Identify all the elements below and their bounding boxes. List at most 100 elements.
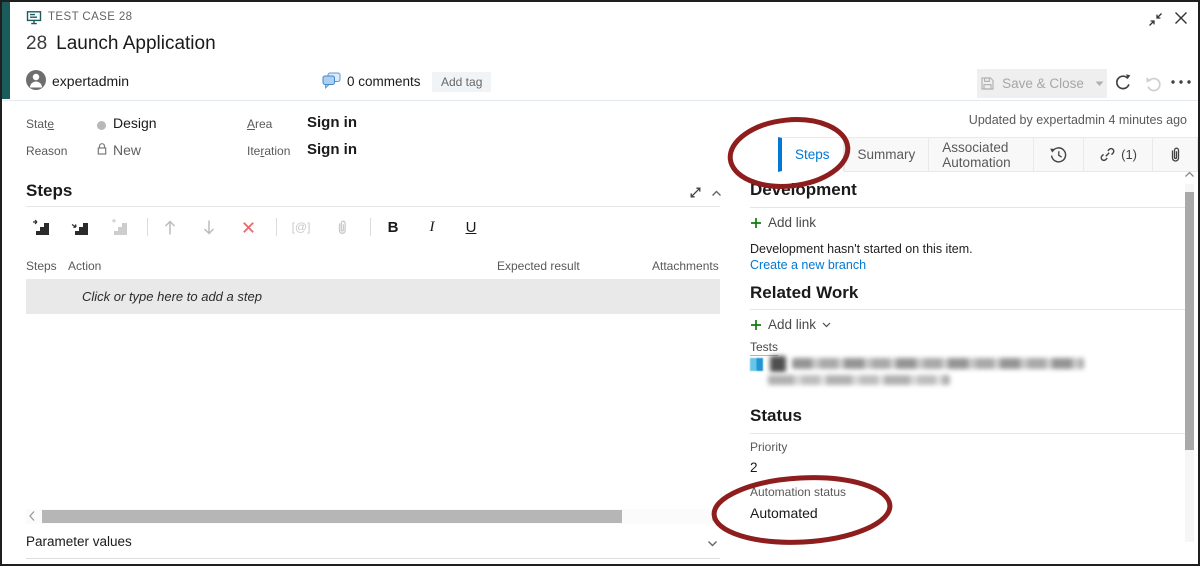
tab-history[interactable] — [1034, 137, 1084, 172]
scroll-right-icon[interactable] — [709, 510, 719, 522]
development-title: Development — [750, 180, 857, 200]
right-panel-tabs: Steps Summary Associated Automation — [778, 137, 1198, 172]
steps-header-divider — [26, 206, 720, 207]
toolbar-separator — [276, 218, 277, 236]
toolbar-separator — [370, 218, 371, 236]
related-work-add-link[interactable]: Add link — [750, 317, 831, 332]
area-value[interactable]: Sign in — [307, 114, 357, 131]
state-label: State — [26, 117, 54, 131]
work-item-type-label: TEST CASE 28 — [48, 11, 132, 23]
work-item-dialog: TEST CASE 28 28 Launch Application expert… — [0, 0, 1200, 566]
avatar[interactable] — [26, 70, 46, 90]
add-step-icon[interactable] — [28, 218, 54, 236]
development-add-link[interactable]: Add link — [750, 215, 816, 230]
state-dot-icon — [97, 121, 106, 130]
steps-panel-title: Steps — [26, 181, 72, 201]
redacted-avatar — [770, 356, 786, 372]
priority-value[interactable]: 2 — [750, 460, 758, 475]
scroll-up-icon[interactable] — [1184, 171, 1195, 178]
reason-label: Reason — [26, 144, 67, 158]
test-case-icon — [26, 10, 42, 26]
plus-icon — [750, 319, 762, 331]
related-work-title: Related Work — [750, 283, 858, 303]
steps-toolbar: [@] B I U — [28, 214, 497, 240]
redacted-title-text — [792, 358, 1084, 369]
bold-icon[interactable]: B — [380, 219, 406, 236]
development-divider — [750, 207, 1187, 208]
more-options-icon[interactable] — [1170, 79, 1192, 85]
add-step-placeholder-row[interactable]: Click or type here to add a step — [26, 279, 720, 314]
related-work-divider — [750, 309, 1187, 310]
attach-to-step-icon — [329, 219, 355, 236]
linked-test-row[interactable] — [750, 355, 1110, 391]
comments-icon — [322, 72, 341, 89]
tab-links[interactable]: (1) — [1084, 137, 1153, 172]
work-item-type-color-bar — [2, 2, 10, 99]
refresh-icon[interactable] — [1112, 72, 1134, 94]
chevron-down-icon[interactable] — [1095, 81, 1104, 87]
related-work-add-link-label: Add link — [768, 317, 816, 332]
updated-info: Updated by expertadmin 4 minutes ago — [852, 113, 1187, 127]
priority-label: Priority — [750, 440, 787, 454]
save-close-button[interactable]: Save & Close — [977, 69, 1107, 98]
column-header-expected-result: Expected result — [497, 259, 580, 273]
work-item-title[interactable]: Launch Application — [56, 33, 216, 54]
development-empty-text: Development hasn't started on this item. — [750, 242, 973, 256]
plus-icon — [750, 217, 762, 229]
italic-icon[interactable]: I — [419, 219, 445, 236]
state-value[interactable]: Design — [113, 115, 157, 131]
history-icon — [1049, 146, 1068, 164]
page-title: 28 Launch Application — [26, 33, 216, 55]
status-divider — [750, 433, 1187, 434]
insert-step-icon[interactable] — [67, 218, 93, 236]
assignee-name[interactable]: expertadmin — [52, 73, 129, 89]
development-add-link-label: Add link — [768, 215, 816, 230]
restore-window-icon[interactable] — [1146, 10, 1164, 28]
work-item-id: 28 — [26, 33, 47, 54]
reason-value: New — [113, 142, 141, 158]
tab-associated-automation[interactable]: Associated Automation — [929, 137, 1034, 172]
toolbar-separator — [147, 218, 148, 236]
scroll-left-icon[interactable] — [27, 510, 37, 522]
expand-panel-icon[interactable] — [688, 185, 703, 200]
tab-summary[interactable]: Summary — [844, 137, 930, 172]
automation-status-value[interactable]: Automated — [750, 505, 818, 521]
tab-steps[interactable]: Steps — [778, 137, 844, 172]
vertical-scrollbar[interactable] — [1185, 184, 1194, 542]
area-label: Area — [247, 117, 272, 131]
move-step-up-icon — [157, 219, 183, 236]
redacted-meta-text — [768, 375, 950, 385]
automation-status-label: Automation status — [750, 485, 846, 499]
create-branch-link[interactable]: Create a new branch — [750, 258, 866, 272]
parameter-values-label[interactable]: Parameter values — [26, 534, 132, 549]
tab-attachments[interactable] — [1153, 137, 1198, 172]
column-header-action: Action — [68, 259, 101, 273]
vertical-scrollbar-thumb[interactable] — [1185, 192, 1194, 450]
underline-icon[interactable]: U — [458, 219, 484, 236]
column-header-attachments: Attachments — [652, 259, 719, 273]
link-icon — [1099, 146, 1116, 163]
iteration-label: Iteration — [247, 144, 290, 158]
parameter-values-chevron-down-icon[interactable] — [707, 540, 718, 547]
chevron-down-icon — [822, 322, 831, 328]
comments-count[interactable]: 0 comments — [347, 74, 421, 89]
tests-group-label: Tests — [750, 340, 778, 356]
undo-icon — [1143, 72, 1165, 94]
add-step-placeholder-text: Click or type here to add a step — [82, 289, 262, 304]
paperclip-icon — [1168, 146, 1182, 164]
save-close-label: Save & Close — [1002, 76, 1084, 91]
add-tag-button[interactable]: Add tag — [432, 72, 491, 92]
delete-step-icon[interactable] — [235, 221, 261, 234]
horizontal-scrollbar-thumb[interactable] — [42, 510, 622, 523]
horizontal-scrollbar[interactable] — [26, 509, 720, 524]
iteration-value[interactable]: Sign in — [307, 141, 357, 158]
lock-icon — [96, 142, 108, 156]
column-header-steps: Steps — [26, 259, 57, 273]
save-icon — [980, 76, 995, 91]
close-icon[interactable] — [1172, 9, 1190, 27]
header-divider — [2, 100, 1198, 101]
status-title: Status — [750, 406, 802, 426]
collapse-panel-chevron-icon[interactable] — [711, 190, 722, 197]
insert-shared-steps-icon — [106, 218, 132, 236]
link-count: (1) — [1121, 147, 1137, 162]
